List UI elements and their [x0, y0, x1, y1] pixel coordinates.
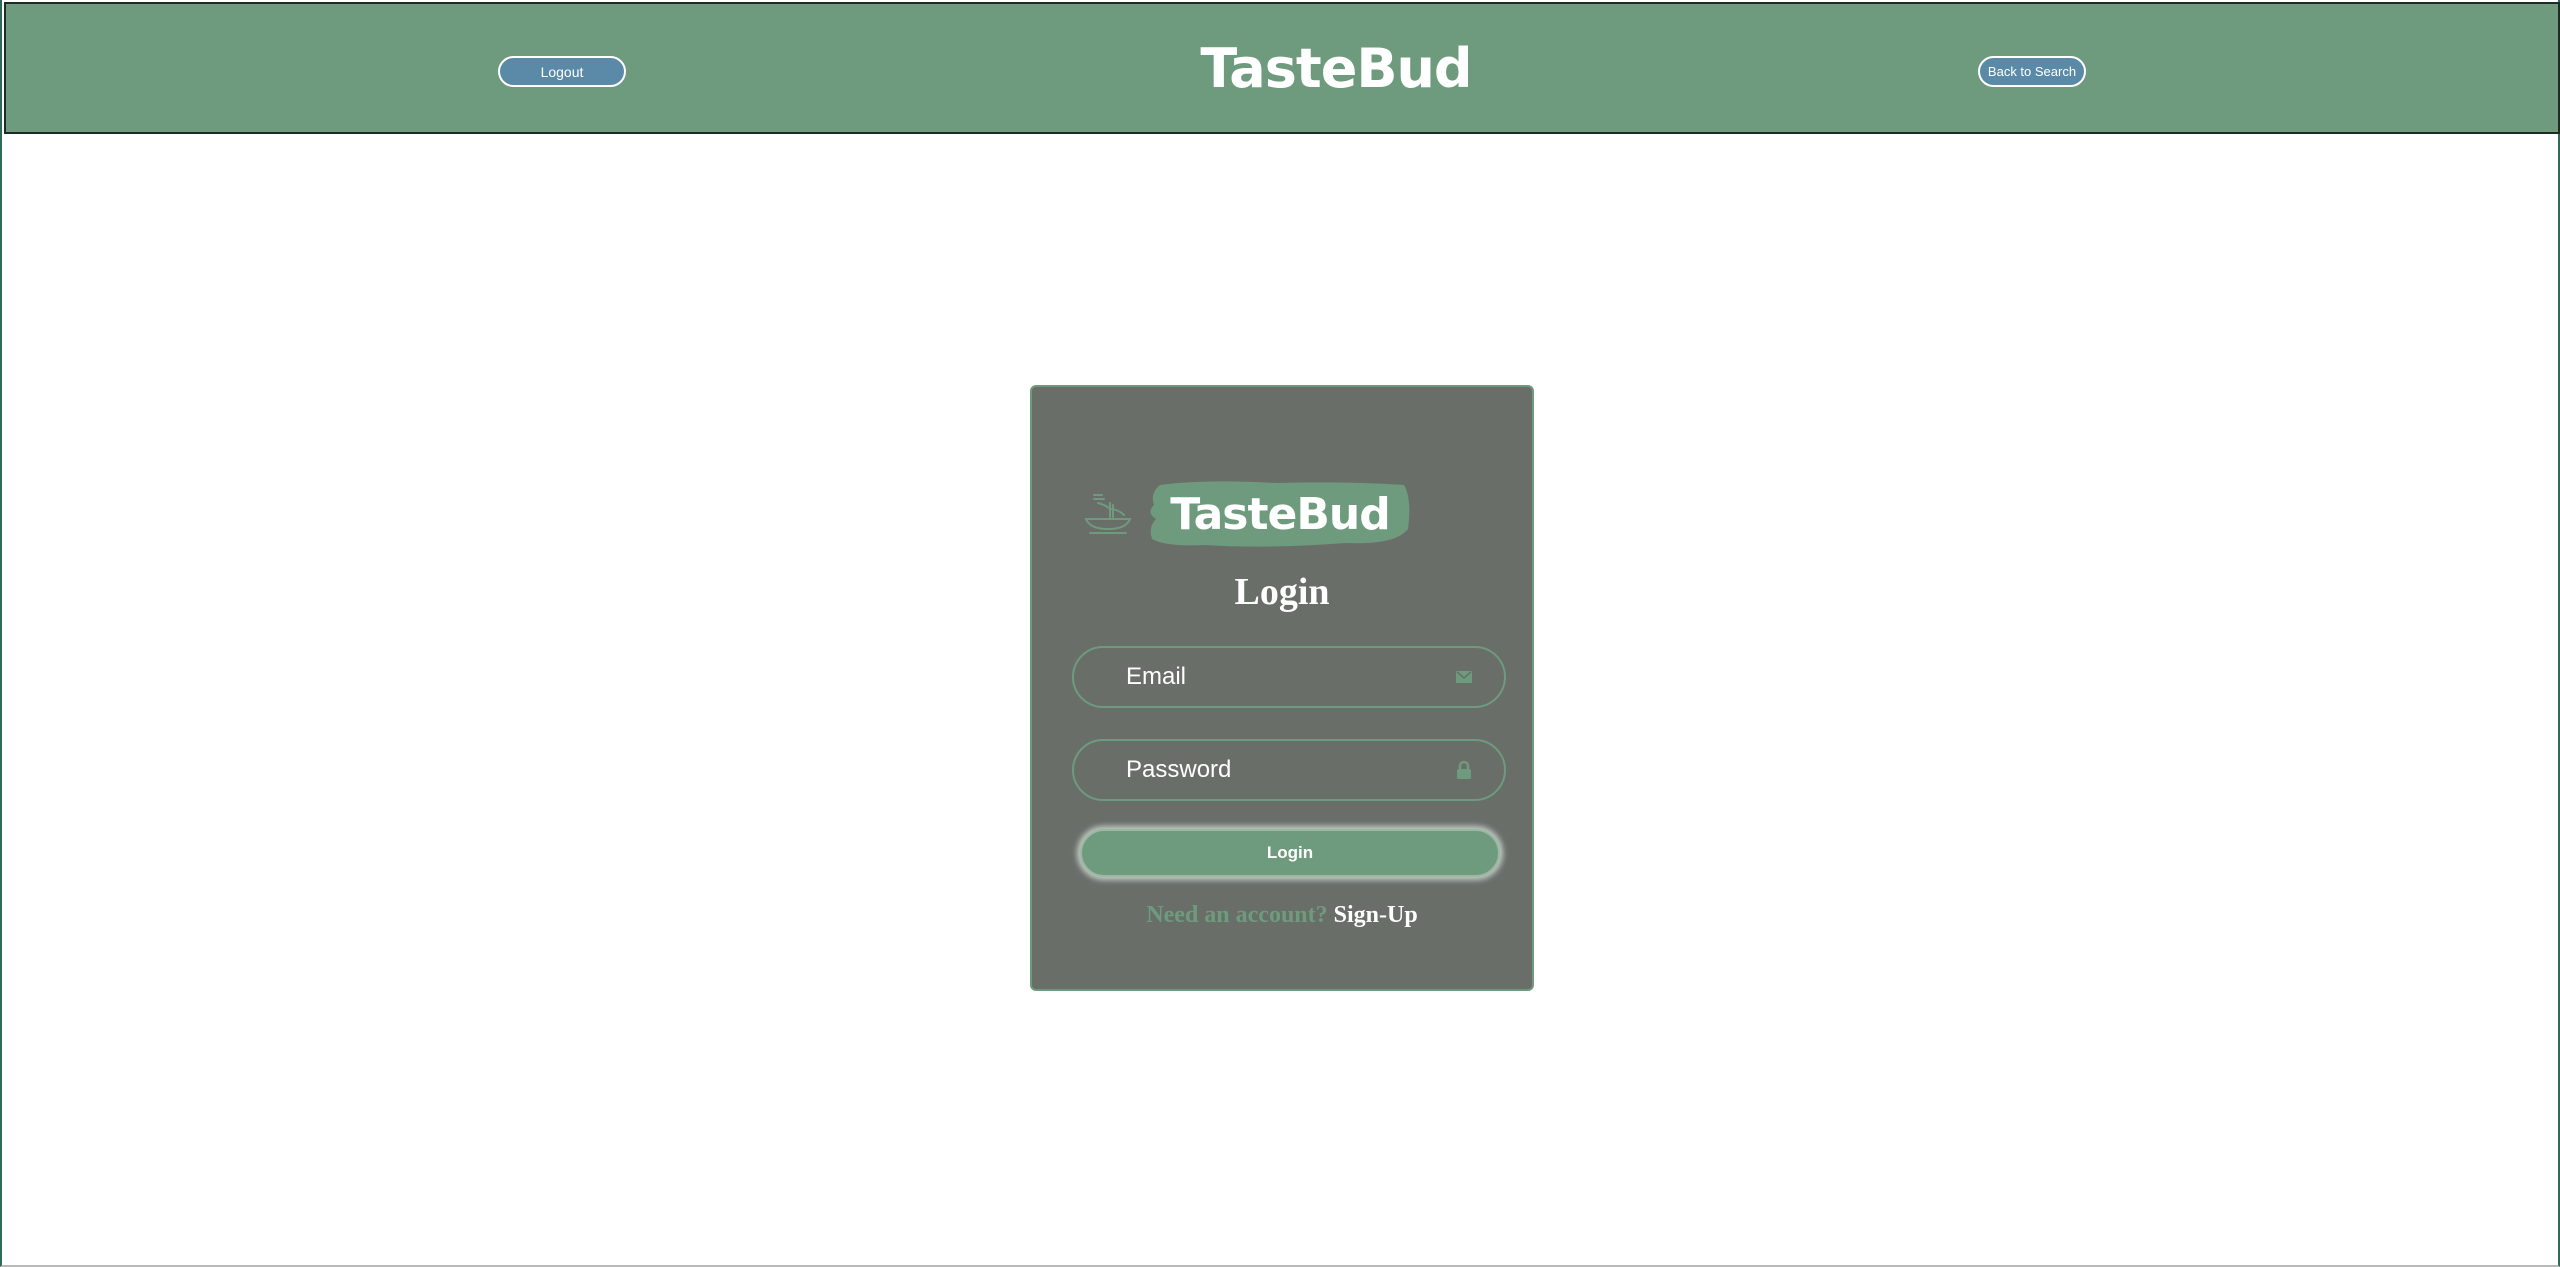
signup-prompt: Need an account? Sign-Up [1032, 895, 1532, 935]
page: Logout TasteBud Back to Search TasteBud … [0, 0, 2560, 1267]
card-brand-title: TasteBud [1170, 488, 1390, 540]
top-header: Logout TasteBud Back to Search [4, 2, 2560, 134]
login-card: TasteBud Login Login Need an [1030, 385, 1534, 991]
password-input[interactable] [1124, 749, 1454, 791]
lock-icon [1454, 760, 1474, 780]
login-submit-button[interactable]: Login [1080, 829, 1500, 877]
email-input[interactable] [1124, 656, 1454, 698]
logout-button[interactable]: Logout [498, 56, 626, 87]
header-brand-title: TasteBud [1200, 37, 1472, 100]
password-field[interactable] [1072, 739, 1506, 801]
envelope-icon [1454, 667, 1474, 687]
email-field[interactable] [1072, 646, 1506, 708]
need-account-text: Need an account? [1146, 902, 1328, 928]
login-heading: Login [1234, 571, 1330, 613]
back-to-search-button[interactable]: Back to Search [1978, 56, 2086, 87]
noodle-bowl-icon [1080, 491, 1134, 539]
signup-link[interactable]: Sign-Up [1334, 902, 1418, 928]
card-logo: TasteBud [1080, 479, 1440, 559]
